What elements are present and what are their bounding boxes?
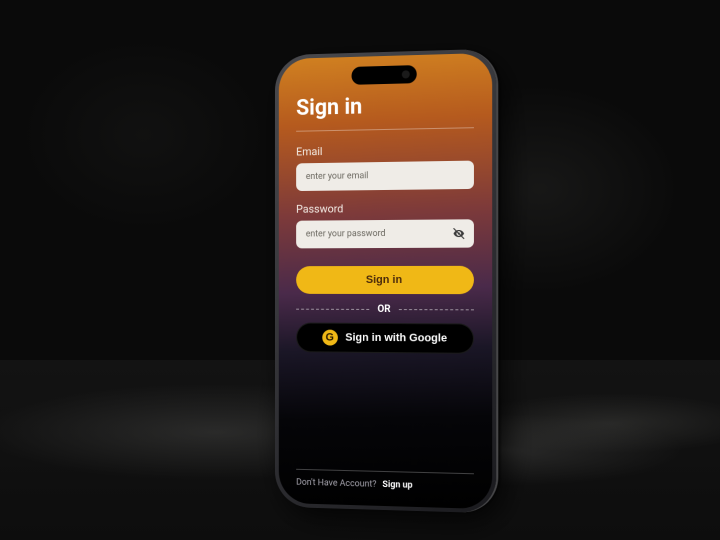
signup-prompt: Don't Have Account?: [296, 478, 376, 490]
visibility-off-icon[interactable]: [452, 226, 466, 240]
separator-line-left: [296, 309, 369, 310]
google-signin-label: Sign in with Google: [345, 332, 447, 345]
dynamic-island: [352, 65, 417, 85]
password-placeholder: enter your password: [306, 229, 386, 239]
or-separator: OR: [296, 304, 474, 316]
page-title: Sign in: [296, 88, 474, 131]
password-label: Password: [296, 201, 474, 216]
email-label: Email: [296, 142, 474, 158]
phone-mockup: Sign in Email enter your email Password …: [275, 49, 496, 514]
google-icon: G: [322, 330, 338, 346]
password-field[interactable]: enter your password: [296, 219, 474, 248]
phone-screen: Sign in Email enter your email Password …: [279, 53, 492, 509]
email-field[interactable]: enter your email: [296, 161, 474, 191]
separator-line-right: [399, 309, 474, 310]
signin-button[interactable]: Sign in: [296, 266, 474, 294]
footer: Don't Have Account? Sign up: [296, 478, 474, 497]
signin-button-label: Sign in: [366, 274, 402, 286]
signup-link[interactable]: Sign up: [382, 480, 412, 491]
email-placeholder: enter your email: [306, 171, 369, 182]
separator-label: OR: [377, 304, 390, 315]
google-signin-button[interactable]: G Sign in with Google: [296, 323, 474, 354]
spacer: [296, 352, 474, 473]
